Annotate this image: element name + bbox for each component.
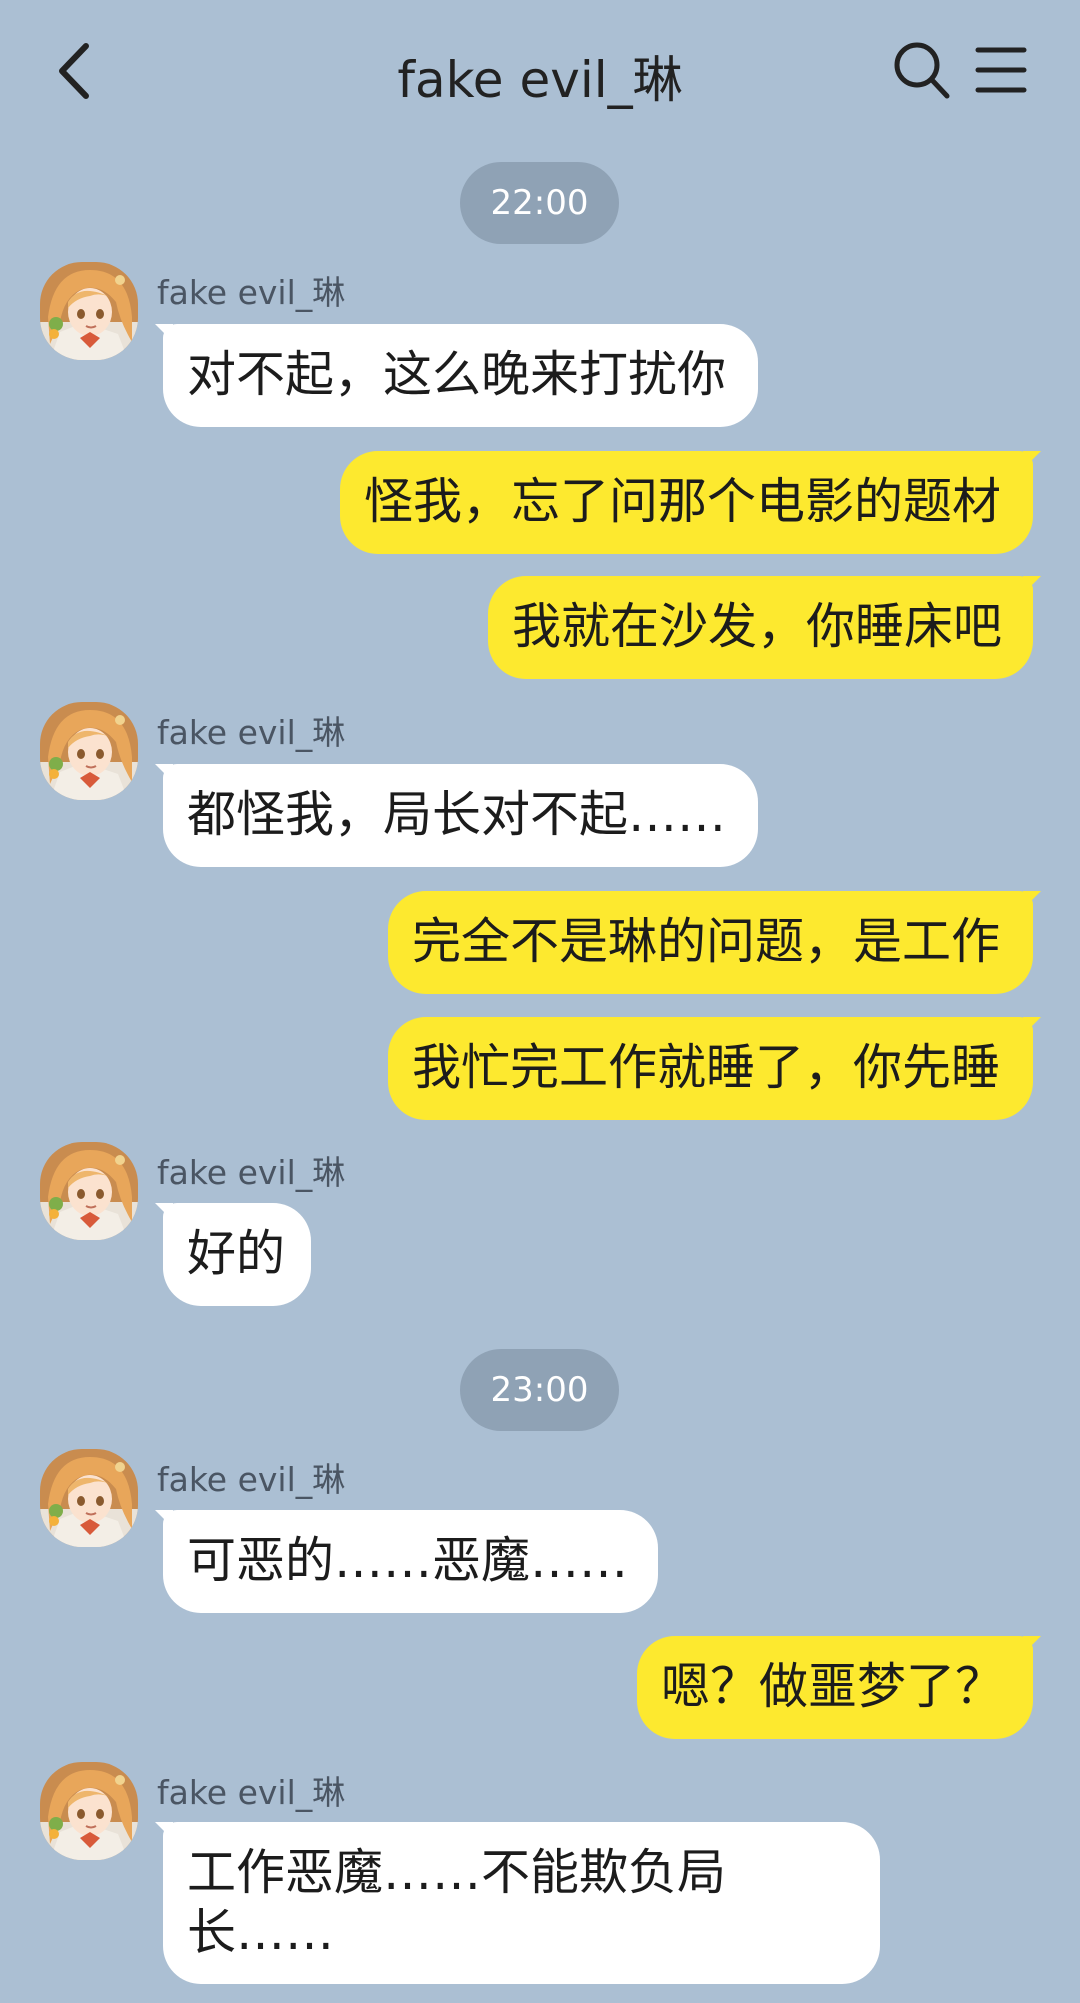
avatar[interactable] xyxy=(40,1762,138,1860)
menu-button[interactable] xyxy=(975,44,1027,96)
avatar-image xyxy=(40,262,138,360)
search-icon xyxy=(894,42,950,99)
avatar[interactable] xyxy=(40,702,138,800)
avatar[interactable] xyxy=(40,1142,138,1240)
hamburger-menu-icon xyxy=(975,47,1027,93)
chat-header: fake evil_琳 xyxy=(0,0,1080,140)
incoming-message-bubble[interactable]: 都怪我，局长对不起…… xyxy=(155,764,758,867)
incoming-message-bubble[interactable]: 可恶的……恶魔…… xyxy=(155,1510,658,1613)
sender-name: fake evil_琳 xyxy=(157,1153,346,1192)
avatar[interactable] xyxy=(40,262,138,360)
outgoing-message-bubble[interactable]: 怪我，忘了问那个电影的题材 xyxy=(340,451,1041,554)
avatar-image xyxy=(40,1449,138,1547)
search-button[interactable] xyxy=(892,40,952,102)
sender-name: fake evil_琳 xyxy=(157,273,346,312)
incoming-message-bubble[interactable]: 对不起，这么晚来打扰你 xyxy=(155,324,758,427)
incoming-message-bubble[interactable]: 工作恶魔……不能欺负局长…… xyxy=(155,1822,880,1984)
sender-name: fake evil_琳 xyxy=(157,713,346,752)
outgoing-message-bubble[interactable]: 我忙完工作就睡了，你先睡 xyxy=(388,1017,1041,1120)
timestamp-pill: 23:00 xyxy=(460,1349,619,1431)
avatar-image xyxy=(40,702,138,800)
outgoing-message-bubble[interactable]: 完全不是琳的问题，是工作 xyxy=(388,891,1041,994)
outgoing-message-bubble[interactable]: 我就在沙发，你睡床吧 xyxy=(488,576,1041,679)
sender-name: fake evil_琳 xyxy=(157,1460,346,1499)
timestamp-pill: 22:00 xyxy=(460,162,619,244)
avatar-image xyxy=(40,1142,138,1240)
incoming-message-bubble[interactable]: 好的 xyxy=(155,1203,311,1306)
avatar[interactable] xyxy=(40,1449,138,1547)
avatar-image xyxy=(40,1762,138,1860)
sender-name: fake evil_琳 xyxy=(157,1773,346,1812)
outgoing-message-bubble[interactable]: 嗯？做噩梦了？ xyxy=(637,1636,1041,1739)
